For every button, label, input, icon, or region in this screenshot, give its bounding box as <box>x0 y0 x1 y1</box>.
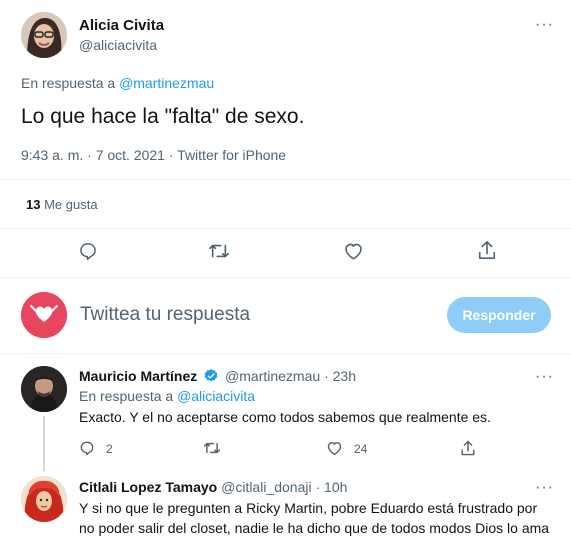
reply-input[interactable]: Twittea tu respuesta <box>80 304 250 326</box>
reply-count: 2 <box>106 442 113 456</box>
like-icon[interactable] <box>343 241 364 261</box>
tweet-text: Lo que hace la "falta" de sexo. <box>21 105 305 128</box>
timestamp[interactable]: 23h <box>333 368 356 384</box>
tweet-meta: 9:43 a. m. · 7 oct. 2021 · Twitter for i… <box>21 147 287 163</box>
avatar-citlali[interactable] <box>21 476 67 522</box>
like-count: 24 <box>354 442 368 456</box>
avatar-alicia[interactable] <box>21 12 67 58</box>
divider <box>0 179 571 180</box>
like-icon[interactable] <box>326 440 343 456</box>
author-handle[interactable]: @aliciacivita <box>79 37 157 53</box>
timestamp[interactable]: 10h <box>324 479 347 495</box>
more-options-icon[interactable]: ··· <box>535 480 554 496</box>
more-options-icon[interactable]: ··· <box>535 369 554 385</box>
reply-text: Exacto. Y el no aceptarse como todos sab… <box>79 409 491 425</box>
reply-text-line-2: no poder salir del closet, nadie le ha d… <box>79 520 550 536</box>
likes-label: Me gusta <box>44 197 98 212</box>
verified-badge-icon <box>203 368 219 387</box>
retweet-icon[interactable] <box>203 440 221 456</box>
avatar-mauricio[interactable] <box>21 366 67 412</box>
reply-prefix: En respuesta a <box>21 75 116 91</box>
reply-prefix: En respuesta a <box>79 388 174 404</box>
reply-header: Citlali Lopez Tamayo @citlali_donaji · 1… <box>79 479 347 495</box>
reply-context: En respuesta a @martinezmau <box>21 75 214 91</box>
reply-icon[interactable] <box>78 241 98 261</box>
divider <box>0 277 571 278</box>
reply-icon[interactable] <box>79 440 95 456</box>
thread-line <box>43 416 45 471</box>
separator: · <box>315 479 321 495</box>
author-name[interactable]: Citlali Lopez Tamayo <box>79 479 217 495</box>
avatar-current-user[interactable] <box>21 292 67 338</box>
reply-header: Mauricio Martínez @martinezmau · 23h <box>79 368 356 387</box>
more-options-icon[interactable]: ··· <box>535 17 554 33</box>
divider <box>0 228 571 229</box>
retweet-icon[interactable] <box>208 241 230 261</box>
share-icon[interactable] <box>477 239 497 261</box>
author-handle[interactable]: @martinezmau <box>225 368 320 384</box>
reply-text-line-1: Y si no que le pregunten a Ricky Martin,… <box>79 500 538 516</box>
share-icon[interactable] <box>460 439 476 457</box>
likes-count: 13 <box>26 197 41 212</box>
reply-context: En respuesta a @aliciacivita <box>79 388 255 404</box>
author-name[interactable]: Alicia Civita <box>79 17 164 34</box>
separator: · <box>324 368 329 384</box>
author-name[interactable]: Mauricio Martínez <box>79 368 197 384</box>
author-handle[interactable]: @citlali_donaji <box>221 479 311 495</box>
reply-to-link[interactable]: @martinezmau <box>119 75 214 91</box>
likes-stat[interactable]: 13 Me gusta <box>26 197 98 212</box>
reply-to-link[interactable]: @aliciacivita <box>177 388 255 404</box>
reply-submit-button[interactable]: Responder <box>447 297 551 333</box>
divider <box>0 353 571 354</box>
